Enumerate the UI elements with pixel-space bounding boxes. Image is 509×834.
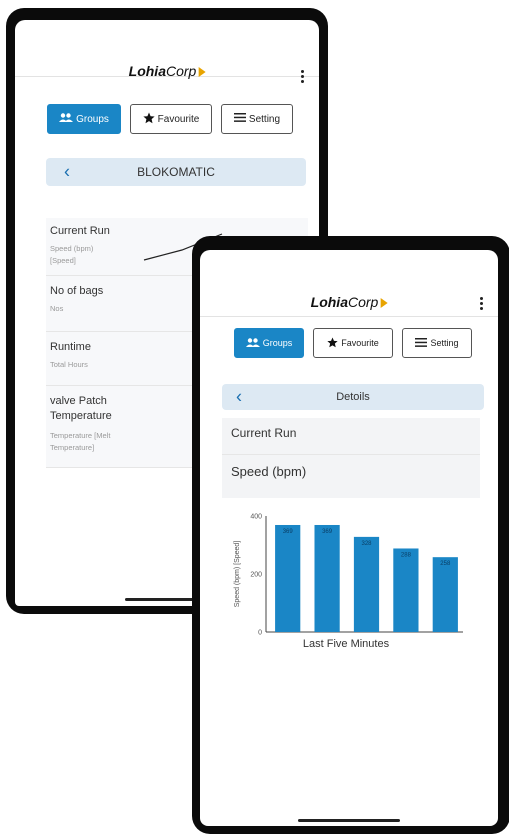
speed-bar-chart: Speed (bpm) [Speed] Last Five Minutes 0 2… [234, 514, 463, 650]
speed-bar [432, 557, 458, 632]
tab-bar: Groups Favourite Setting [21, 104, 319, 134]
app-header: LohiaCorp [15, 20, 319, 83]
x-axis-label: Last Five Minutes [303, 638, 390, 650]
phone-frame-details: LohiaCorp Groups Favourite Setting ‹ Det… [192, 236, 509, 834]
menu-icon [233, 113, 246, 125]
tab-favourite[interactable]: Favourite [313, 328, 393, 358]
kebab-menu-icon[interactable] [480, 297, 484, 312]
star-icon [143, 112, 155, 127]
group-icon [245, 337, 260, 349]
section-header: ‹ BLOKOMATIC [46, 158, 306, 186]
group-icon [59, 113, 74, 125]
tab-groups[interactable]: Groups [47, 104, 121, 134]
app-header: LohiaCorp [200, 250, 498, 317]
lohiacorp-logo: LohiaCorp [129, 63, 206, 79]
home-indicator[interactable] [298, 819, 400, 822]
speed-label: Speed (bpm) [231, 464, 307, 479]
bar-value-label: 328 [361, 541, 372, 547]
tab-setting[interactable]: Setting [221, 104, 293, 134]
section-header: ‹ Detoils [222, 384, 484, 410]
speed-bar [314, 524, 340, 632]
y-tick-label: 200 [250, 572, 262, 579]
speed-bar [275, 524, 301, 632]
bar-value-label: 258 [440, 561, 451, 567]
tab-favourite[interactable]: Favourite [130, 104, 212, 134]
tab-groups[interactable]: Groups [234, 328, 304, 358]
page-title: Detoils [336, 391, 370, 403]
bar-value-label: 288 [401, 552, 412, 558]
page-title: BLOKOMATIC [137, 165, 215, 179]
star-icon [327, 336, 338, 350]
speed-bar [353, 536, 380, 632]
details-screen: LohiaCorp Groups Favourite Setting ‹ Det… [200, 250, 498, 826]
tab-setting[interactable]: Setting [402, 328, 472, 358]
y-tick-label: 400 [250, 514, 262, 521]
details-panel: Current Run Speed (bpm) [222, 418, 480, 498]
speed-bar [393, 548, 419, 632]
tab-bar: Groups Favourite Setting [208, 328, 498, 358]
y-axis-label: Speed (bpm) [Speed] [234, 541, 241, 608]
current-run-label: Current Run [231, 426, 297, 440]
y-tick-label: 0 [258, 630, 262, 637]
kebab-menu-icon[interactable] [301, 70, 305, 85]
bar-value-label: 369 [283, 529, 294, 535]
menu-icon [415, 337, 428, 349]
bar-value-label: 369 [322, 529, 333, 535]
lohiacorp-logo: LohiaCorp [311, 294, 388, 310]
